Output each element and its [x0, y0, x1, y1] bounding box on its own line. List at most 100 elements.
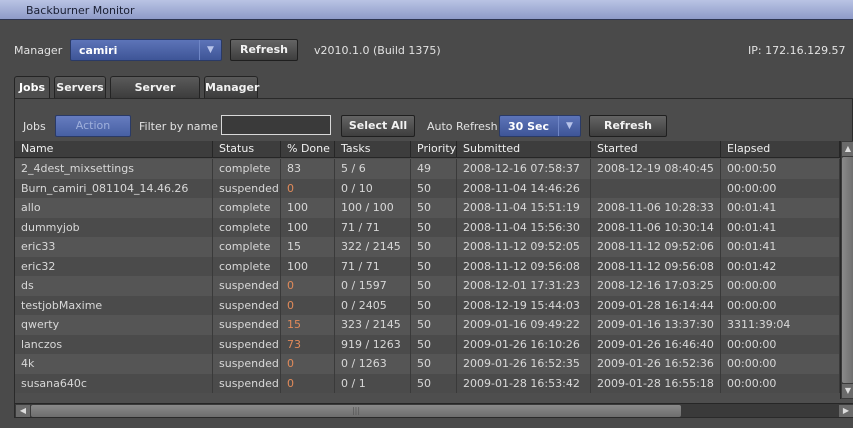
column-header-submitted[interactable]: Submitted — [457, 141, 591, 158]
table-row[interactable]: lanczos suspended 73 919 / 1263 50 2009-01-26… — [15, 334, 840, 354]
cell-submitted: 2008-12-01 17:31:23 — [457, 276, 591, 296]
cell-name: allo — [15, 198, 213, 218]
cell-tasks: 0 / 1 — [335, 373, 411, 393]
jobs-label: Jobs — [23, 120, 46, 133]
cell-status: suspended — [213, 276, 281, 296]
column-header-priority[interactable]: Priority — [411, 141, 457, 158]
auto-refresh-select[interactable]: 30 Sec ▼ — [499, 115, 581, 137]
table-row[interactable]: dummyjob complete 100 71 / 71 50 2008-11-04 1… — [15, 217, 840, 237]
cell-started: 2008-11-06 10:28:33 — [591, 198, 721, 218]
table-row[interactable]: 4k suspended 0 0 / 1263 50 2009-01-26 16:52:3… — [15, 354, 840, 374]
table-row[interactable]: allo complete 100 100 / 100 50 2008-11-04 15:… — [15, 198, 840, 218]
column-header-elapsed[interactable]: Elapsed — [721, 141, 840, 158]
cell-tasks: 0 / 1263 — [335, 354, 411, 374]
cell-percent-done: 0 — [281, 276, 335, 296]
cell-started — [591, 178, 721, 198]
select-all-button[interactable]: Select All — [341, 115, 415, 137]
cell-elapsed: 00:00:00 — [721, 178, 840, 198]
cell-elapsed: 00:00:00 — [721, 334, 840, 354]
cell-name: lanczos — [15, 334, 213, 354]
vertical-scroll-thumb[interactable] — [842, 157, 853, 383]
cell-submitted: 2008-11-12 09:56:08 — [457, 256, 591, 276]
scroll-down-icon[interactable]: ▼ — [842, 384, 853, 398]
cell-percent-done: 100 — [281, 217, 335, 237]
table-body: 2_4dest_mixsettings complete 83 5 / 6 49 2008… — [15, 159, 840, 393]
tab-server-groups[interactable]: Server Groups — [110, 76, 200, 115]
cell-percent-done: 0 — [281, 373, 335, 393]
table-row[interactable]: ds suspended 0 0 / 1597 50 2008-12-01 17:31:2… — [15, 276, 840, 296]
cell-name: testjobMaxime — [15, 295, 213, 315]
table-row[interactable]: susana640c suspended 0 0 / 1 50 2009-01-28 16… — [15, 373, 840, 393]
table-row[interactable]: testjobMaxime suspended 0 0 / 2405 50 2008-12… — [15, 295, 840, 315]
cell-started: 2009-01-26 16:46:40 — [591, 334, 721, 354]
action-button[interactable]: Action — [55, 115, 131, 137]
cell-elapsed: 00:00:00 — [721, 373, 840, 393]
column-header-status[interactable]: Status — [213, 141, 281, 158]
table-row[interactable]: 2_4dest_mixsettings complete 83 5 / 6 49 2008… — [15, 159, 840, 179]
cell-name: dummyjob — [15, 217, 213, 237]
tab-servers[interactable]: Servers — [54, 76, 106, 98]
cell-started: 2008-11-12 09:52:06 — [591, 237, 721, 257]
scroll-left-icon[interactable]: ◀ — [16, 405, 30, 417]
cell-name: qwerty — [15, 315, 213, 335]
cell-started: 2009-01-28 16:55:18 — [591, 373, 721, 393]
cell-tasks: 0 / 2405 — [335, 295, 411, 315]
cell-started: 2008-12-19 08:40:45 — [591, 159, 721, 179]
cell-status: suspended — [213, 334, 281, 354]
horizontal-scrollbar[interactable]: ◀ ||| ▶ — [15, 403, 853, 417]
cell-percent-done: 83 — [281, 159, 335, 179]
manager-select[interactable]: camiri ▼ — [70, 39, 222, 61]
chevron-down-icon[interactable]: ▼ — [558, 116, 580, 136]
cell-tasks: 322 / 2145 — [335, 237, 411, 257]
cell-name: susana640c — [15, 373, 213, 393]
cell-name: Burn_camiri_081104_14.46.26 — [15, 178, 213, 198]
scroll-up-icon[interactable]: ▲ — [842, 142, 853, 156]
cell-tasks: 919 / 1263 — [335, 334, 411, 354]
cell-priority: 50 — [411, 198, 457, 218]
cell-name: eric33 — [15, 237, 213, 257]
cell-submitted: 2008-12-19 15:44:03 — [457, 295, 591, 315]
auto-refresh-value: 30 Sec — [508, 120, 550, 133]
cell-elapsed: 00:01:41 — [721, 198, 840, 218]
manager-refresh-button[interactable]: Refresh — [230, 39, 298, 61]
column-header-tasks[interactable]: Tasks — [335, 141, 411, 158]
cell-elapsed: 3311:39:04 — [721, 315, 840, 335]
column-header-name[interactable]: Name — [15, 141, 213, 158]
table-row[interactable]: qwerty suspended 15 323 / 2145 50 2009-01-16 … — [15, 315, 840, 335]
cell-percent-done: 0 — [281, 354, 335, 374]
cell-elapsed: 00:00:00 — [721, 354, 840, 374]
cell-elapsed: 00:01:42 — [721, 256, 840, 276]
window-title: Backburner Monitor — [0, 0, 853, 20]
cell-status: complete — [213, 217, 281, 237]
table-row[interactable]: eric32 complete 100 71 / 71 50 2008-11-12 09:… — [15, 256, 840, 276]
cell-tasks: 0 / 10 — [335, 178, 411, 198]
column-header-percent-done[interactable]: % Done — [281, 141, 335, 158]
cell-priority: 50 — [411, 237, 457, 257]
cell-tasks: 323 / 2145 — [335, 315, 411, 335]
cell-submitted: 2009-01-26 16:52:35 — [457, 354, 591, 374]
table-row[interactable]: Burn_camiri_081104_14.46.26 suspended 0 0 /… — [15, 178, 840, 198]
jobs-refresh-button[interactable]: Refresh — [589, 115, 667, 137]
scroll-right-icon[interactable]: ▶ — [839, 405, 853, 417]
cell-priority: 50 — [411, 276, 457, 296]
cell-name: eric32 — [15, 256, 213, 276]
cell-priority: 50 — [411, 295, 457, 315]
cell-status: suspended — [213, 373, 281, 393]
cell-started: 2008-11-06 10:30:14 — [591, 217, 721, 237]
cell-submitted: 2008-11-04 15:51:19 — [457, 198, 591, 218]
horizontal-scroll-thumb[interactable]: ||| — [31, 405, 681, 417]
tab-manager[interactable]: Manager — [204, 76, 259, 98]
column-header-started[interactable]: Started — [591, 141, 721, 158]
cell-started: 2009-01-28 16:14:44 — [591, 295, 721, 315]
table-row[interactable]: eric33 complete 15 322 / 2145 50 2008-11-12 0… — [15, 237, 840, 257]
cell-tasks: 71 / 71 — [335, 217, 411, 237]
chevron-down-icon[interactable]: ▼ — [199, 40, 221, 60]
manager-bar: Manager camiri ▼ Refresh v2010.1.0 (Buil… — [0, 36, 853, 66]
cell-priority: 50 — [411, 217, 457, 237]
cell-priority: 50 — [411, 256, 457, 276]
tab-jobs[interactable]: Jobs — [14, 76, 50, 98]
vertical-scrollbar[interactable]: ▲ ▼ — [840, 141, 853, 399]
cell-submitted: 2009-01-26 16:10:26 — [457, 334, 591, 354]
filter-input[interactable] — [221, 115, 331, 135]
cell-name: ds — [15, 276, 213, 296]
